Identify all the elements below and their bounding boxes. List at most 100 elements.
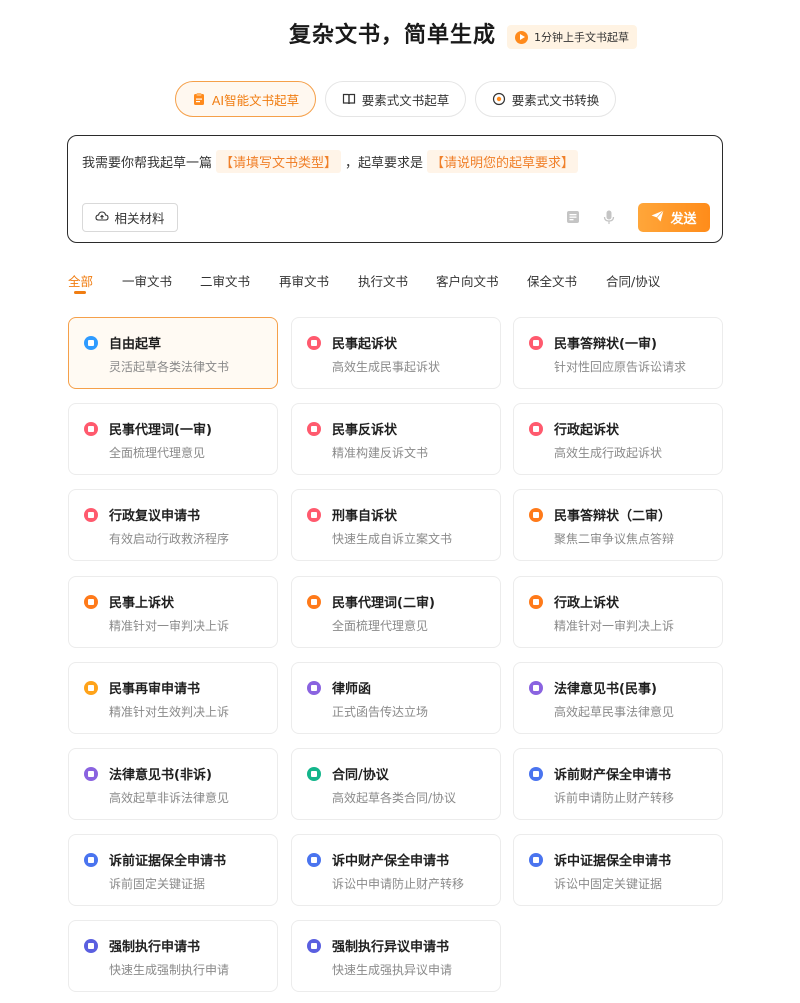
template-title: 行政起诉状 (554, 423, 620, 439)
template-card[interactable]: 行政复议申请书有效启动行政救济程序 (68, 489, 278, 562)
prompt-composer[interactable]: 我需要你帮我起草一篇 【请填写文书类型】 ，起草要求是 【请说明您的起草要求】 … (67, 135, 723, 243)
tab-first-instance[interactable]: 一审文书 (122, 271, 172, 290)
mode-tab-label: 要素式文书起草 (361, 92, 450, 108)
template-card[interactable]: 诉前财产保全申请书 诉前申请防止财产转移 (513, 748, 723, 820)
template-card[interactable]: 民事答辩状（二审） 聚焦二审争议焦点答辩 (513, 489, 723, 562)
template-description: 精准针对一审判决上诉 (109, 618, 230, 633)
template-description: 有效启动行政救济程序 (109, 532, 230, 547)
document-icon[interactable] (565, 209, 581, 225)
template-description: 诉讼中固定关键证据 (554, 877, 663, 892)
template-icon (84, 680, 98, 695)
template-icon (84, 853, 98, 868)
mode-tab-ai-drafting[interactable]: AI智能文书起草 (175, 81, 316, 117)
template-icon (307, 422, 321, 437)
convert-icon (492, 92, 506, 106)
template-description: 高效生成民事起诉状 (332, 360, 441, 374)
template-icon (84, 508, 98, 523)
tab-label: 合同/协议 (606, 274, 661, 289)
template-card[interactable]: 诉中财产保全申请书 诉讼中申请防止财产转移 (291, 834, 501, 907)
template-title: 民事代理词(二审) (332, 595, 435, 611)
tab-execution[interactable]: 执行文书 (358, 271, 408, 290)
template-card[interactable]: 诉中证据保全申请书 诉讼中固定关键证据 (513, 834, 723, 907)
template-card[interactable]: 行政起诉状高效生成行政起诉状 (513, 403, 723, 476)
template-title: 诉前财产保全申请书 (554, 768, 672, 783)
template-description: 诉前固定关键证据 (109, 877, 206, 892)
template-card[interactable]: 民事答辩状(一审) 针对性回应原告诉讼请求 (513, 317, 723, 389)
template-card[interactable]: 诉前证据保全申请书 诉前固定关键证据 (68, 834, 278, 907)
template-card[interactable]: 民事反诉状精准构建反诉文书 (291, 403, 501, 476)
template-description: 快速生成强执异议申请 (332, 963, 453, 978)
tab-second-instance[interactable]: 二审文书 (200, 271, 250, 290)
tab-all[interactable]: 全部 (68, 271, 93, 294)
template-card[interactable]: 民事再审申请书 精准针对生效判决上诉 (68, 661, 278, 734)
related-materials-button[interactable]: 相关材料 (82, 203, 178, 232)
template-icon (307, 508, 321, 523)
template-icon (307, 767, 321, 781)
template-description: 正式函告传达立场 (332, 704, 429, 719)
send-icon (651, 209, 665, 226)
template-card[interactable]: 刑事自诉状 快速生成自诉立案文书 (291, 489, 501, 562)
tab-client-documents[interactable]: 客户向文书 (436, 271, 499, 290)
template-card[interactable]: 强制执行异议申请书 快速生成强执异议申请 (291, 920, 501, 993)
template-title: 合同/协议 (332, 768, 389, 783)
template-icon (529, 594, 543, 609)
tab-contract[interactable]: 合同/协议 (606, 271, 660, 290)
template-description: 聚焦二审争议焦点答辩 (554, 532, 675, 547)
doc-type-slot[interactable]: 【请填写文书类型】 (216, 150, 342, 173)
template-icon (84, 767, 98, 781)
template-card[interactable]: 法律意见书(民事) 高效起草民事法律意见 (513, 661, 723, 734)
clipboard-icon (192, 92, 206, 106)
template-card[interactable]: 强制执行申请书 快速生成强制执行申请 (68, 920, 278, 993)
template-card[interactable]: 民事上诉状精准针对一审判决上诉 (68, 575, 278, 648)
send-button[interactable]: 发送 (638, 203, 710, 232)
template-title: 行政上诉状 (554, 595, 620, 611)
prompt-text[interactable]: 我需要你帮我起草一篇 【请填写文书类型】 ，起草要求是 【请说明您的起草要求】 (82, 150, 582, 173)
template-icon (307, 939, 321, 954)
template-title: 民事答辩状(一审) (554, 337, 657, 352)
tab-label: 二审文书 (200, 274, 251, 289)
template-title: 民事上诉状 (109, 595, 175, 611)
template-title: 诉前证据保全申请书 (109, 854, 227, 870)
template-icon (84, 594, 98, 609)
tab-preservation[interactable]: 保全文书 (527, 271, 577, 290)
tab-retrial[interactable]: 再审文书 (279, 271, 329, 290)
template-title: 行政复议申请书 (109, 509, 201, 525)
microphone-icon[interactable] (601, 209, 617, 225)
template-title: 律师函 (332, 681, 372, 697)
template-icon (529, 508, 543, 523)
requirement-slot[interactable]: 【请说明您的起草要求】 (427, 150, 579, 173)
tutorial-label: 1分钟上手文书起草 (534, 31, 629, 44)
template-card[interactable]: 行政上诉状精准针对一审判决上诉 (513, 575, 723, 648)
mode-tab-element-conversion[interactable]: 要素式文书转换 (475, 81, 616, 117)
template-title: 民事代理词(一审) (109, 423, 212, 439)
tutorial-link[interactable]: 1分钟上手文书起草 (507, 25, 637, 49)
template-icon (307, 594, 321, 609)
hero-header: 复杂文书，简单生成 1分钟上手文书起草 (0, 20, 800, 54)
template-description: 全面梳理代理意见 (332, 618, 429, 633)
template-card[interactable]: 律师函正式函告传达立场 (291, 661, 501, 734)
template-icon (307, 853, 321, 868)
template-title: 民事反诉状 (332, 423, 398, 439)
mode-tab-element-drafting[interactable]: 要素式文书起草 (325, 81, 466, 117)
template-card[interactable]: 合同/协议 高效起草各类合同/协议 (291, 748, 501, 820)
template-description: 诉讼中申请防止财产转移 (332, 877, 465, 892)
template-description: 快速生成强制执行申请 (109, 963, 230, 978)
tab-label: 执行文书 (358, 274, 409, 289)
prompt-prefix: 我需要你帮我起草一篇 (82, 156, 213, 171)
template-icon (307, 336, 321, 350)
template-description: 高效生成行政起诉状 (554, 446, 663, 461)
play-icon (515, 30, 528, 44)
page-title: 复杂文书，简单生成 (289, 23, 497, 48)
template-title: 诉中证据保全申请书 (554, 854, 672, 870)
template-card[interactable]: 民事代理词(二审) 全面梳理代理意见 (291, 575, 501, 648)
template-description: 精准构建反诉文书 (332, 446, 429, 461)
template-card[interactable]: 民事起诉状 高效生成民事起诉状 (291, 317, 501, 389)
template-title: 法律意见书(民事) (554, 681, 657, 697)
prompt-middle: ，起草要求是 (345, 156, 424, 171)
cloud-upload-icon (95, 210, 110, 225)
template-card[interactable]: 自由起草 灵活起草各类法律文书 (68, 317, 278, 389)
template-card[interactable]: 法律意见书(非诉) 高效起草非诉法律意见 (68, 748, 278, 820)
template-icon (84, 336, 98, 350)
template-description: 精准针对一审判决上诉 (554, 618, 675, 633)
template-card[interactable]: 民事代理词(一审) 全面梳理代理意见 (68, 403, 278, 476)
